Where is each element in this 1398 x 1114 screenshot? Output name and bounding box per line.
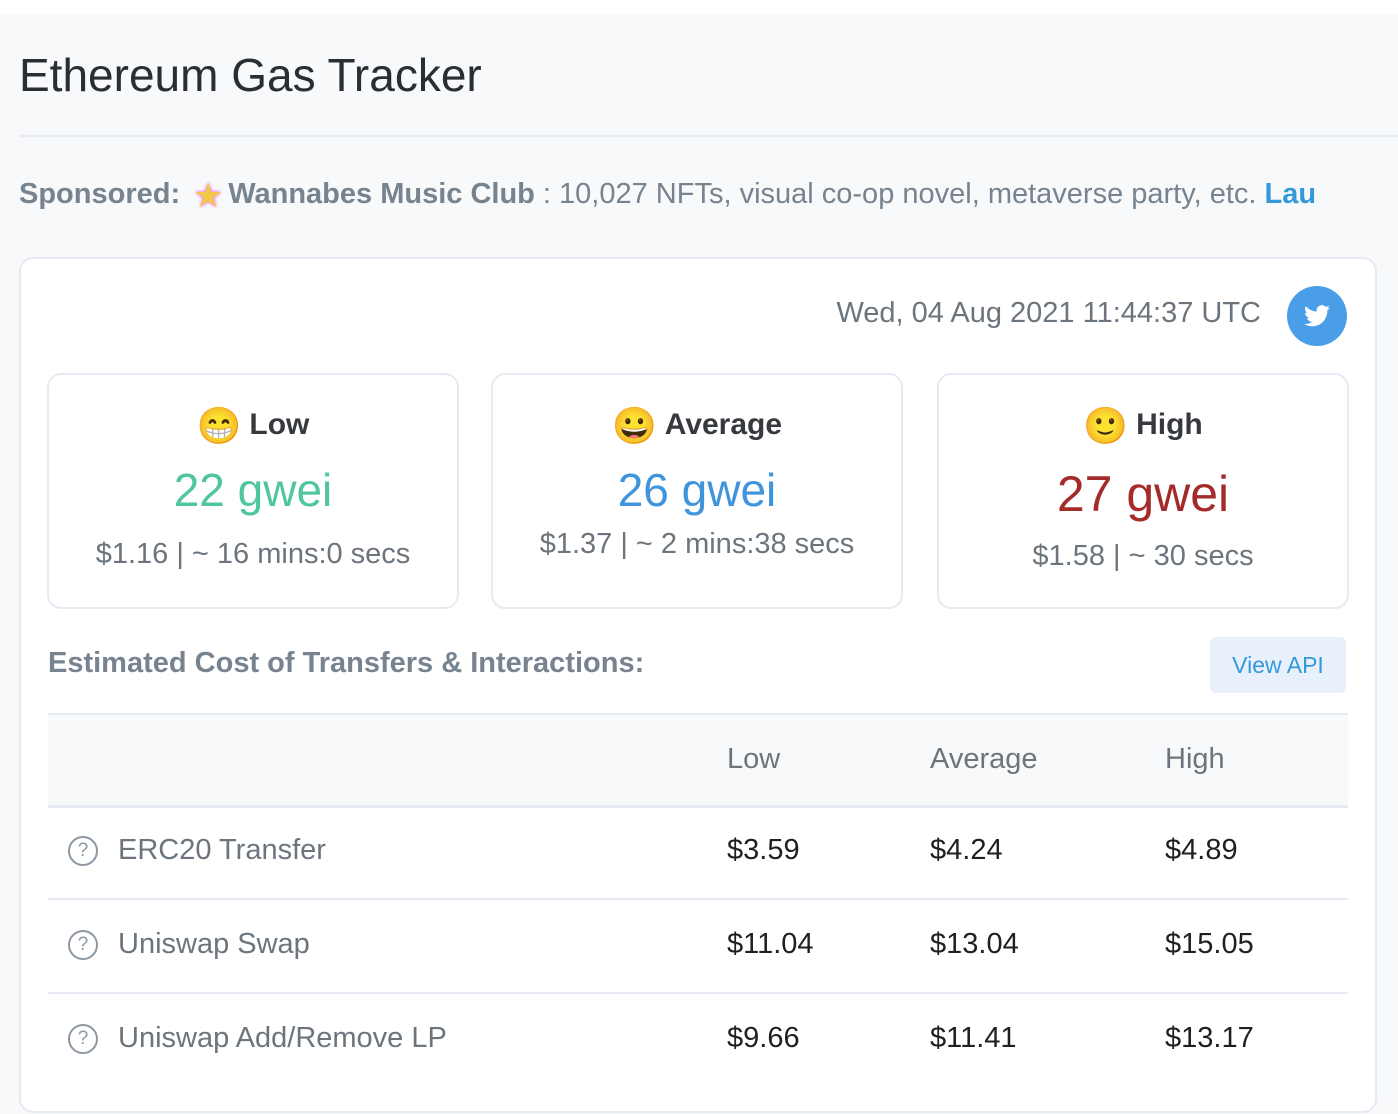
gas-tier-average: 😀 Average 26 gwei $1.37 | ~ 2 mins:38 sec…	[491, 373, 903, 609]
sponsored-label: Sponsored:	[19, 178, 181, 210]
tier-gwei: 26 gwei	[617, 464, 777, 516]
tier-cost-time: $1.37 | ~ 2 mins:38 secs	[539, 528, 855, 560]
cost-average: $4.24	[930, 834, 1003, 866]
cost-high: $4.89	[1165, 834, 1238, 866]
sponsor-text: : 10,027 NFTs, visual co-op novel, metav…	[534, 178, 1265, 210]
table-row: ? Uniswap Add/Remove LP $9.66 $11.41 $13…	[48, 994, 1348, 1086]
row-name: Uniswap Add/Remove LP	[118, 1022, 447, 1054]
column-header-average: Average	[930, 743, 1038, 775]
cost-high: $15.05	[1165, 928, 1254, 960]
view-api-button[interactable]: View API	[1210, 637, 1346, 693]
star-icon: ★	[192, 177, 224, 215]
twitter-share-button[interactable]	[1287, 286, 1347, 346]
smile-emoji-icon: 😀	[611, 405, 657, 446]
top-bar	[0, 0, 1398, 14]
help-icon[interactable]: ?	[68, 836, 98, 866]
gas-tier-high: 🙂 High 27 gwei $1.58 | ~ 30 secs	[937, 373, 1349, 609]
help-icon[interactable]: ?	[68, 1024, 98, 1054]
tier-label: Average	[664, 408, 783, 441]
page-title: Ethereum Gas Tracker	[19, 49, 482, 101]
divider	[19, 135, 1398, 137]
estimate-heading: Estimated Cost of Transfers & Interactio…	[48, 647, 645, 679]
sponsored-banner: Sponsored: ★ Wannabes Music Club : 10,027…	[19, 176, 1316, 216]
table-row: ? ERC20 Transfer $3.59 $4.24 $4.89	[48, 806, 1348, 900]
tier-gwei: 27 gwei	[1056, 466, 1230, 522]
column-header-low: Low	[727, 743, 781, 775]
tier-gwei: 22 gwei	[173, 464, 333, 516]
row-name: ERC20 Transfer	[118, 834, 326, 866]
cost-average: $13.04	[930, 928, 1019, 960]
tier-label: Low	[249, 408, 310, 441]
gas-card: Wed, 04 Aug 2021 11:44:37 UTC 😁 Low 22 gw…	[19, 257, 1377, 1113]
column-header-high: High	[1165, 743, 1225, 775]
twitter-icon	[1304, 305, 1330, 327]
slight-smile-emoji-icon: 🙂	[1083, 405, 1129, 446]
row-name: Uniswap Swap	[118, 928, 310, 960]
tier-label: High	[1136, 408, 1203, 441]
help-icon[interactable]: ?	[68, 930, 98, 960]
gas-tier-low: 😁 Low 22 gwei $1.16 | ~ 16 mins:0 secs	[47, 373, 459, 609]
sponsor-name[interactable]: Wannabes Music Club	[228, 178, 535, 210]
sponsor-link[interactable]: Lau	[1265, 178, 1317, 210]
grin-emoji-icon: 😁	[196, 405, 242, 446]
timestamp: Wed, 04 Aug 2021 11:44:37 UTC	[836, 297, 1261, 329]
table-row: ? Uniswap Swap $11.04 $13.04 $15.05	[48, 900, 1348, 994]
cost-high: $13.17	[1165, 1022, 1254, 1054]
cost-low: $9.66	[727, 1022, 800, 1054]
cost-average: $11.41	[930, 1022, 1017, 1054]
cost-low: $11.04	[727, 928, 814, 960]
tier-cost-time: $1.58 | ~ 30 secs	[1032, 540, 1254, 572]
table-header: Low Average High	[48, 713, 1348, 808]
cost-low: $3.59	[727, 834, 800, 866]
tier-cost-time: $1.16 | ~ 16 mins:0 secs	[95, 538, 411, 570]
